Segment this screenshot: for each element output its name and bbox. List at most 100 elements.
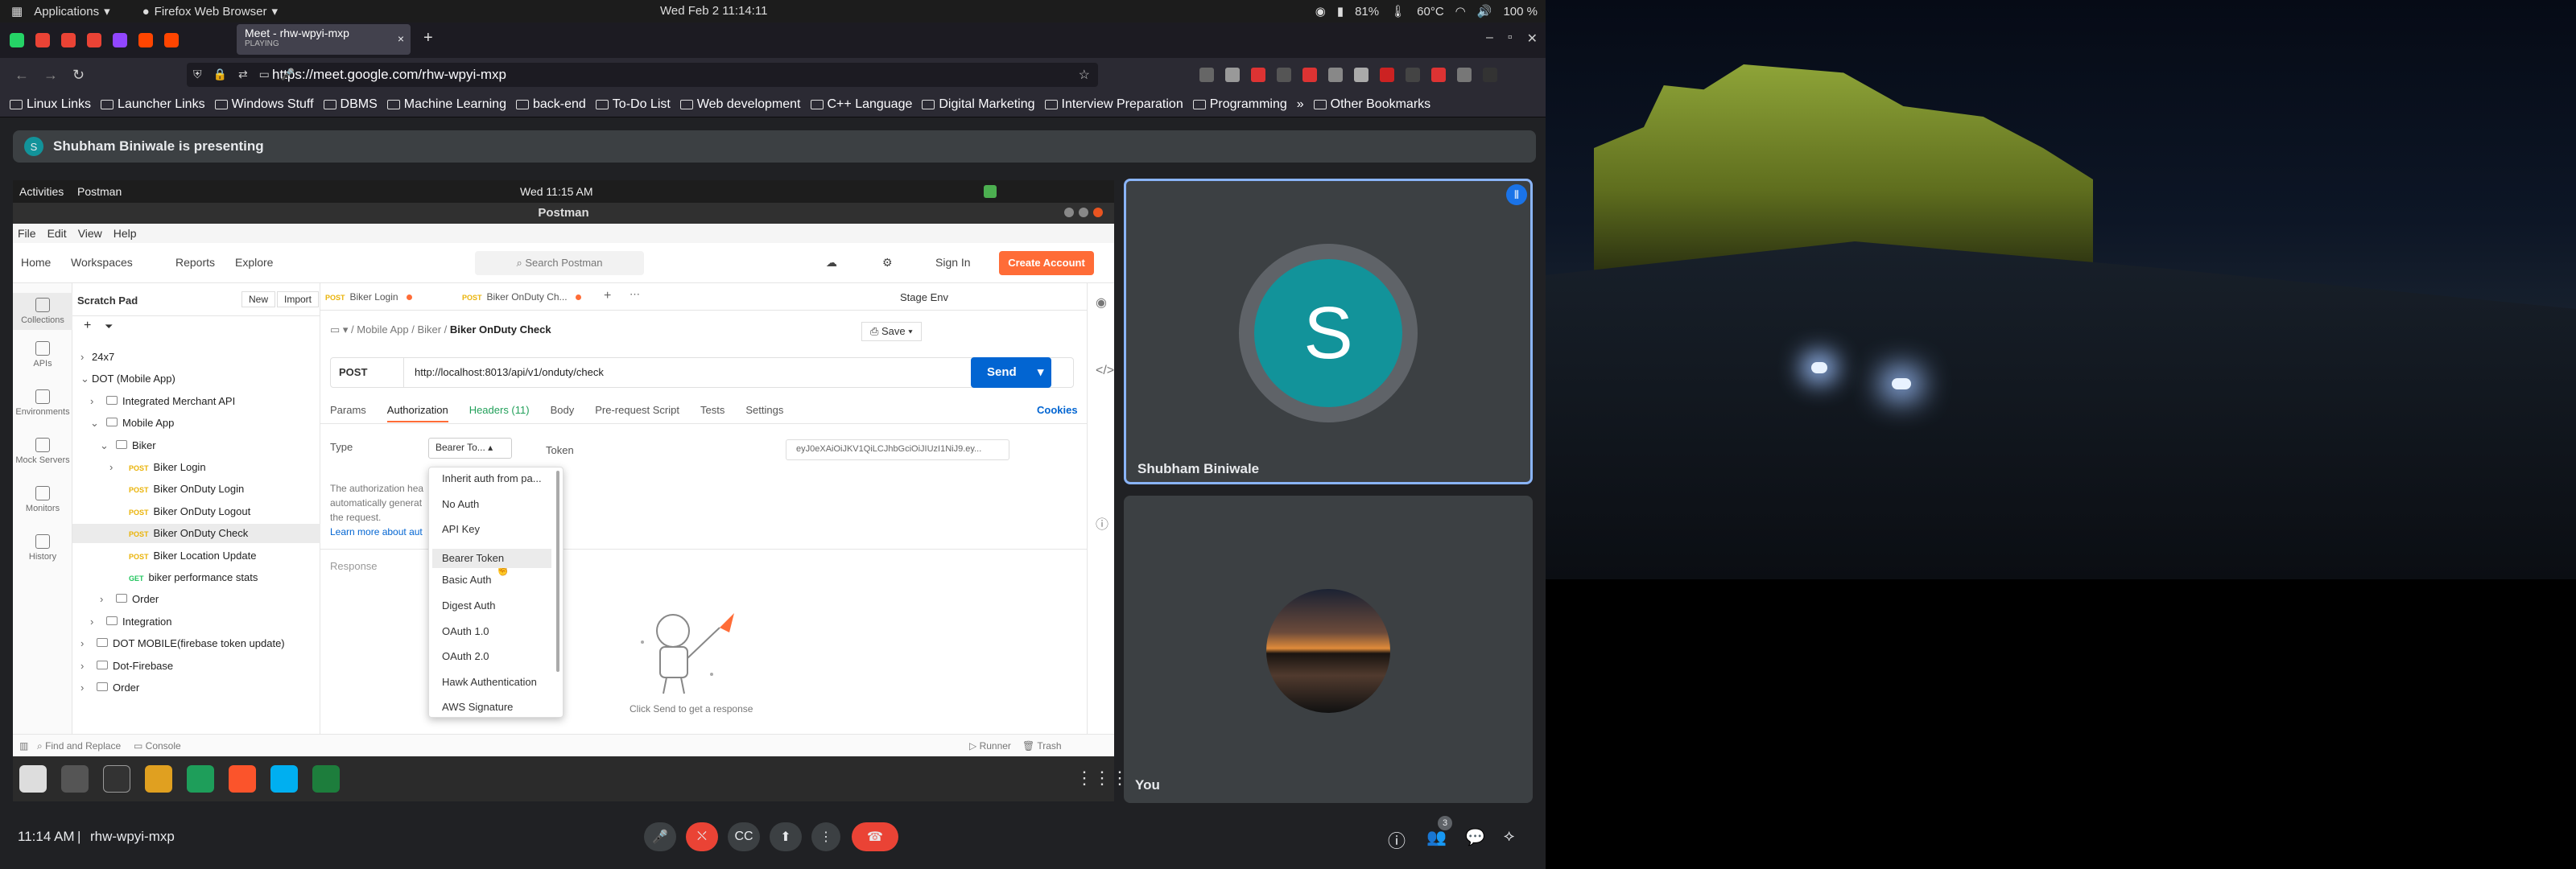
bookmark-label: Programming (1209, 97, 1287, 111)
wifi-icon[interactable]: ◠ (1455, 4, 1466, 19)
applications-menu[interactable]: Applications ▾ (34, 4, 109, 19)
extension-icon[interactable] (1225, 68, 1240, 82)
participant-tile-shubham[interactable]: ⦀ S Shubham Biniwale (1124, 179, 1533, 484)
camera-icon[interactable]: ▭ (259, 68, 270, 81)
present-button[interactable]: ⬆ (770, 822, 802, 851)
lock-icon[interactable]: 🔒 (213, 68, 227, 81)
brave-dock-icon (229, 765, 256, 793)
microphone-icon[interactable]: 🎤 (281, 68, 295, 81)
auth-option: OAuth 2.0 (442, 650, 489, 663)
extension-icon[interactable] (1354, 68, 1368, 82)
bookmark-folder[interactable]: back-end (515, 97, 586, 112)
captions-button[interactable]: CC (728, 822, 760, 851)
folder-icon (1044, 99, 1058, 109)
bookmark-folder[interactable]: To-Do List (595, 97, 671, 112)
close-window-icon[interactable]: ✕ (1527, 31, 1538, 47)
volume-icon[interactable]: 🔊 (1477, 4, 1492, 19)
bookmark-folder[interactable]: Launcher Links (101, 97, 205, 112)
folder-icon (106, 616, 118, 625)
twitch-icon[interactable] (113, 33, 127, 47)
gmail-icon[interactable] (35, 33, 50, 47)
extension-icon[interactable] (1406, 68, 1420, 82)
bookmark-folder[interactable]: Windows Stuff (214, 97, 314, 112)
bookmark-star-icon[interactable]: ☆ (1079, 67, 1090, 83)
skype-dock-icon (270, 765, 298, 793)
apps-grid-icon[interactable]: ▦ (11, 4, 23, 19)
cookies-link: Cookies (1037, 404, 1078, 416)
send-button: Send ▾ (971, 357, 1051, 388)
shield-icon[interactable]: ⛨ (193, 68, 202, 81)
folder-icon (679, 99, 693, 109)
bookmark-folder[interactable]: Machine Learning (386, 97, 506, 112)
terminal-dock-icon (103, 765, 130, 793)
tab-name: Biker OnDuty Ch... (486, 291, 568, 303)
microphone-button[interactable]: 🎤 (644, 822, 676, 851)
reddit-icon[interactable] (138, 33, 153, 47)
panel-clock[interactable]: Wed Feb 2 11:14:11 (660, 4, 767, 18)
maximize-icon[interactable]: ▫ (1508, 31, 1513, 47)
find-replace: ⌕ Find and Replace (37, 740, 122, 752)
presenting-text: Shubham Biniwale is presenting (53, 138, 264, 154)
leave-call-button[interactable]: ☎ (852, 822, 898, 851)
activities-button[interactable]: ⟡ (1504, 827, 1514, 846)
extension-icon[interactable] (1251, 68, 1265, 82)
extension-icon[interactable] (1302, 68, 1317, 82)
request-item: POST Biker OnDuty Login (72, 480, 320, 499)
extension-icon[interactable] (1457, 68, 1472, 82)
tab-meet[interactable]: Meet - rhw-wpyi-mxp PLAYING × (237, 24, 411, 55)
extension-icon[interactable] (1380, 68, 1394, 82)
address-bar[interactable]: https://meet.google.com/rhw-wpyi-mxp ☆ (187, 63, 1098, 87)
new-tab-icon[interactable]: + (423, 29, 433, 47)
gmail-icon[interactable] (61, 33, 76, 47)
extension-icon[interactable] (1328, 68, 1343, 82)
folder-icon (101, 99, 114, 109)
more-options-button[interactable]: ⋮ (811, 822, 840, 851)
bookmark-folder[interactable]: DBMS (323, 97, 378, 112)
pocket-icon[interactable] (1199, 68, 1214, 82)
avatar (1266, 589, 1390, 713)
info-button[interactable]: ⓘ (1388, 827, 1406, 853)
minimize-icon[interactable]: – (1486, 31, 1493, 47)
bookmark-folder[interactable]: Web development (679, 97, 801, 112)
learn-more-link: Learn more about aut (330, 526, 423, 537)
chevron-icon: ⌄ (90, 417, 99, 430)
chat-button[interactable]: 💬 (1465, 827, 1485, 847)
discord-icon[interactable]: ◉ (1315, 4, 1326, 19)
camera-off-button[interactable]: ⛌ (686, 822, 718, 851)
hamburger-menu-icon[interactable] (1483, 68, 1497, 82)
reddit-icon[interactable] (164, 33, 179, 47)
request-section-tab: Params (330, 404, 366, 416)
participant-tile-you[interactable]: You (1124, 496, 1533, 803)
nav-mock-servers: Mock Servers (13, 438, 72, 465)
send-label: Send (987, 365, 1017, 379)
forward-icon[interactable]: → (43, 67, 58, 84)
castle-silhouette (1594, 64, 2093, 274)
extension-icon[interactable] (1277, 68, 1291, 82)
folder-item: › Integration (72, 612, 320, 632)
gmail-icon[interactable] (87, 33, 101, 47)
scratch-pad-title: Scratch Pad (77, 294, 138, 307)
more-bookmarks-icon[interactable]: » (1297, 97, 1304, 112)
reload-icon[interactable]: ↻ (72, 67, 85, 84)
avatar: S (1254, 259, 1402, 407)
tree-label: Biker Login (153, 461, 206, 473)
url-indicators: ⛨ 🔒 ⇄ ▭ 🎤 (193, 68, 295, 81)
bookmark-folder[interactable]: Digital Marketing (922, 97, 1035, 112)
desktop-wallpaper (1546, 0, 2576, 579)
firefox-menu[interactable]: ● Firefox Web Browser ▾ (142, 4, 278, 19)
close-tab-icon[interactable]: × (398, 32, 404, 45)
request-section-tab: Authorization (386, 404, 448, 422)
bookmark-folder[interactable]: Linux Links (10, 97, 91, 112)
tree-label: Integration (122, 615, 172, 628)
back-icon[interactable]: ← (14, 67, 29, 84)
bookmark-folder[interactable]: Programming (1192, 97, 1287, 112)
bookmark-folder[interactable]: C++ Language (810, 97, 912, 112)
environments-icon (35, 389, 50, 404)
console-button: ▭ Console (134, 740, 181, 752)
workspaces-menu: Workspaces (71, 256, 133, 269)
whatsapp-icon[interactable] (10, 33, 24, 47)
extension-icon[interactable] (1431, 68, 1446, 82)
bookmark-folder[interactable]: Interview Preparation (1044, 97, 1183, 112)
bookmark-folder[interactable]: Other Bookmarks (1313, 97, 1430, 112)
permissions-icon[interactable]: ⇄ (238, 68, 248, 81)
